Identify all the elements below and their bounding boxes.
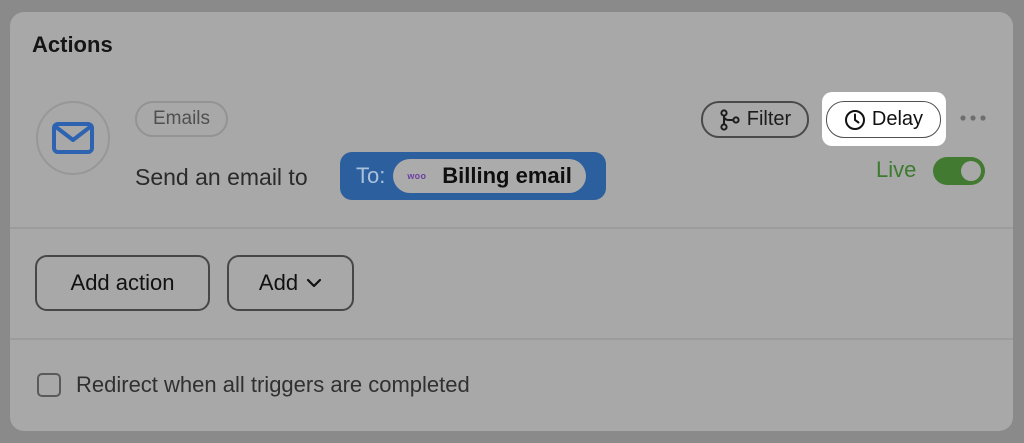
divider [10, 338, 1013, 340]
add-action-label: Add action [70, 270, 175, 295]
redirect-checkbox[interactable] [37, 373, 61, 397]
actions-card: Actions Emails Send an email to To: woo … [10, 12, 1013, 431]
category-chip: Emails [135, 101, 229, 137]
email-action-avatar [36, 101, 110, 175]
live-toggle[interactable] [933, 157, 985, 185]
woo-logo-icon: woo [407, 171, 427, 181]
delay-button[interactable]: Delay [826, 101, 941, 138]
recipient-prefix: To: [356, 163, 386, 188]
add-dropdown-button[interactable]: Add [227, 255, 354, 311]
divider [10, 227, 1013, 229]
recipient-pill[interactable]: To: woo Billing email [340, 152, 606, 200]
recipient-label: Billing email [442, 163, 572, 188]
section-title: Actions [32, 32, 113, 57]
ellipsis-icon [959, 114, 987, 122]
add-action-button[interactable]: Add action [35, 255, 210, 311]
live-status-label: Live [876, 157, 917, 182]
delay-label: Delay [871, 108, 924, 130]
add-label: Add [258, 270, 299, 295]
redirect-label: Redirect when all triggers are completed [76, 372, 470, 397]
recipient-chip[interactable]: woo Billing email [393, 159, 586, 193]
envelope-icon [51, 120, 95, 156]
filter-button[interactable]: Filter [701, 101, 809, 138]
chevron-down-icon [306, 278, 322, 288]
filter-label: Filter [746, 108, 792, 130]
branch-icon [719, 108, 741, 131]
clock-icon [844, 109, 866, 131]
more-options-button[interactable] [956, 106, 990, 130]
toggle-knob [961, 161, 981, 181]
action-description: Send an email to [135, 164, 308, 190]
